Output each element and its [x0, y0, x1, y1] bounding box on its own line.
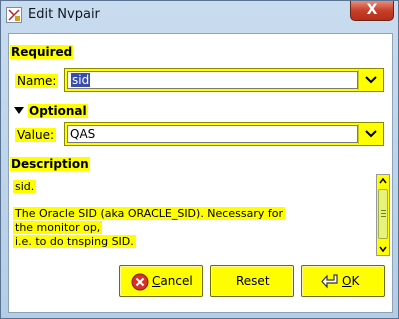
description-line: the monitor op, — [13, 221, 103, 234]
triangle-down-icon — [14, 107, 24, 114]
optional-heading: Optional — [28, 104, 88, 118]
app-window-icon — [6, 7, 22, 23]
chevron-down-icon — [365, 130, 377, 138]
dialog-body: Required Name: sid Optional Value: QAS D… — [8, 33, 393, 313]
value-combo[interactable] — [64, 122, 384, 146]
description-scrollbar[interactable] — [376, 174, 390, 256]
ok-arrow-icon — [321, 274, 338, 289]
required-heading: Required — [10, 45, 74, 59]
value-field[interactable] — [67, 125, 358, 143]
close-icon: X — [366, 2, 378, 18]
description-line: sid. — [13, 180, 37, 193]
scroll-down-button[interactable] — [377, 243, 389, 255]
cancel-label: Cancel — [152, 274, 193, 288]
chevron-down-icon — [379, 246, 387, 253]
reset-button[interactable]: Reset — [210, 265, 294, 297]
ok-button[interactable]: OK — [301, 265, 385, 297]
name-field[interactable] — [67, 71, 358, 89]
description-text: sid. The Oracle SID (aka ORACLE_SID). Ne… — [9, 179, 375, 259]
value-dropdown-button[interactable] — [358, 124, 382, 144]
chevron-down-icon — [365, 76, 377, 84]
title-bar[interactable]: Edit Nvpair X — [1, 1, 398, 33]
description-line: i.e. to do tnsping SID. — [13, 235, 136, 248]
scroll-up-button[interactable] — [377, 175, 389, 187]
reset-label: Reset — [236, 274, 270, 288]
description-heading: Description — [10, 157, 90, 171]
chevron-up-icon — [379, 177, 387, 184]
name-label: Name: — [15, 74, 59, 88]
dialog-window: Edit Nvpair X Required Name: sid Optiona… — [0, 0, 399, 319]
close-button[interactable]: X — [350, 1, 394, 21]
cancel-x-icon — [131, 273, 149, 291]
window-title: Edit Nvpair — [28, 7, 100, 22]
cancel-button[interactable]: Cancel — [119, 265, 203, 297]
scroll-thumb[interactable] — [378, 189, 388, 239]
name-combo[interactable]: sid — [64, 68, 384, 92]
name-field-value: sid — [71, 73, 91, 87]
value-label: Value: — [15, 128, 56, 142]
optional-expander[interactable]: Optional — [10, 103, 88, 119]
description-line: The Oracle SID (aka ORACLE_SID). Necessa… — [13, 207, 285, 220]
ok-label: OK — [342, 274, 360, 288]
name-dropdown-button[interactable] — [358, 70, 382, 90]
